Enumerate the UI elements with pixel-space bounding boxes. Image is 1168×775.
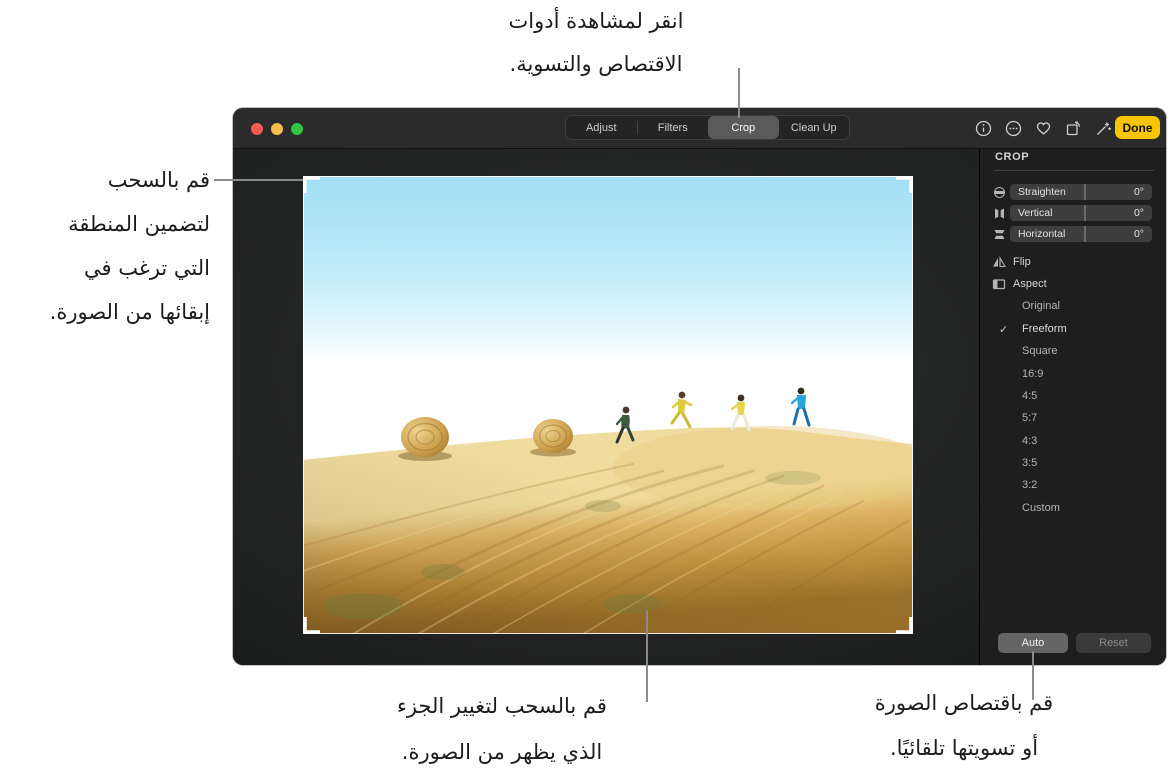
annotation-br-line2: أو تسويتها تلقائيًا. [889, 736, 1039, 760]
window-content: CROP Straighten 0° Vertical 0° Horizonta… [233, 149, 1166, 665]
field-separator [1083, 226, 1086, 242]
tab-crop[interactable]: Crop [708, 116, 779, 139]
annotation-bottom-center: قم بالسحب لتغيير الجزء الذي يظهر من الصو… [322, 683, 682, 775]
aspect-option-original[interactable]: Original [1022, 300, 1060, 312]
edit-mode-segmented-control: Adjust Filters Crop Clean Up [565, 115, 850, 140]
photo-crop-area[interactable] [301, 176, 933, 636]
aspect-option-freeform[interactable]: Freeform [1022, 323, 1067, 335]
tab-filters[interactable]: Filters [638, 116, 709, 139]
rotate-icon[interactable] [1064, 119, 1082, 137]
vertical-row: Vertical 0° [992, 205, 1152, 221]
annotation-bc-line1: قم بالسحب لتغيير الجزء [397, 694, 607, 718]
more-icon[interactable] [1004, 119, 1022, 137]
aspect-option-custom[interactable]: Custom [1022, 502, 1060, 514]
horizontal-row: Horizontal 0° [992, 226, 1152, 242]
auto-button[interactable]: Auto [998, 633, 1068, 653]
horizontal-value: 0° [1133, 228, 1144, 240]
horizontal-label: Horizontal [1018, 228, 1066, 240]
annotation-left-line2: لتضمين المنطقة [68, 212, 210, 236]
straighten-row: Straighten 0° [992, 184, 1152, 200]
vertical-label: Vertical [1018, 207, 1053, 219]
annotation-left: قم بالسحب لتضمين المنطقة التي ترغب في إب… [50, 158, 210, 334]
checkmark-icon: ✓ [999, 324, 1009, 336]
callout-line-crop-handle [214, 179, 303, 181]
traffic-lights [251, 123, 303, 135]
aspect-option-4-3[interactable]: 4:3 [1022, 435, 1037, 447]
aspect-option-square[interactable]: Square [1022, 345, 1057, 357]
annotation-left-line4: إبقائها من الصورة. [49, 300, 210, 324]
title-divider [994, 170, 1154, 171]
vertical-field[interactable]: Vertical 0° [1010, 205, 1152, 221]
vertical-value: 0° [1133, 207, 1144, 219]
horizontal-field[interactable]: Horizontal 0° [1010, 226, 1152, 242]
annotation-top: انقر لمشاهدة أدوات الاقتصاص والتسوية. [416, 0, 776, 86]
aspect-option-16-9[interactable]: 16:9 [1022, 368, 1043, 380]
flip-icon [992, 256, 1006, 268]
annotation-bottom-right: قم باقتصاص الصورة أو تسويتها تلقائيًا. [794, 681, 1134, 771]
flip-control[interactable]: Flip [992, 256, 1031, 268]
annotation-top-line1: انقر لمشاهدة أدوات [508, 9, 684, 33]
done-button[interactable]: Done [1115, 116, 1160, 139]
field-separator [1083, 184, 1086, 200]
crop-sidebar: CROP Straighten 0° Vertical 0° Horizonta… [980, 149, 1166, 665]
straighten-field[interactable]: Straighten 0° [1010, 184, 1152, 200]
annotation-left-line1: قم بالسحب [107, 168, 210, 192]
aspect-control[interactable]: Aspect [992, 278, 1047, 290]
aspect-option-3-5[interactable]: 3:5 [1022, 457, 1037, 469]
zoom-button[interactable] [291, 123, 303, 135]
edit-canvas [233, 149, 979, 665]
close-button[interactable] [251, 123, 263, 135]
tab-adjust[interactable]: Adjust [566, 116, 637, 139]
favorite-icon[interactable] [1034, 119, 1052, 137]
field-separator [1083, 205, 1086, 221]
titlebar: Adjust Filters Crop Clean Up Done [233, 108, 1166, 149]
minimize-button[interactable] [271, 123, 283, 135]
aspect-option-4-5[interactable]: 4:5 [1022, 390, 1037, 402]
callout-line-photo [646, 610, 648, 702]
vertical-perspective-icon [992, 207, 1006, 219]
horizontal-perspective-icon [992, 228, 1006, 240]
reset-button[interactable]: Reset [1076, 633, 1151, 653]
tab-clean-up[interactable]: Clean Up [779, 116, 850, 139]
annotation-left-line3: التي ترغب في [84, 256, 210, 280]
aspect-option-3-2[interactable]: 3:2 [1022, 479, 1037, 491]
sidebar-title: CROP [995, 151, 1030, 163]
annotation-br-line1: قم باقتصاص الصورة [874, 691, 1054, 715]
photos-window: Adjust Filters Crop Clean Up Done CROP S… [233, 108, 1166, 665]
toolbar-icons [974, 108, 1112, 148]
straighten-label: Straighten [1018, 186, 1066, 198]
aspect-option-5-7[interactable]: 5:7 [1022, 412, 1037, 424]
flip-label: Flip [1013, 256, 1031, 268]
callout-line-crop-tab [738, 68, 740, 118]
aspect-icon [992, 278, 1006, 290]
annotation-top-line2: الاقتصاص والتسوية. [509, 52, 683, 76]
aspect-label: Aspect [1013, 278, 1047, 290]
annotation-bc-line2: الذي يظهر من الصورة. [401, 740, 603, 764]
photo-hayfield [301, 176, 933, 636]
straighten-value: 0° [1133, 186, 1144, 198]
auto-enhance-icon[interactable] [1094, 119, 1112, 137]
callout-line-auto-button [1032, 651, 1034, 700]
info-icon[interactable] [974, 119, 992, 137]
straighten-icon [992, 186, 1006, 198]
